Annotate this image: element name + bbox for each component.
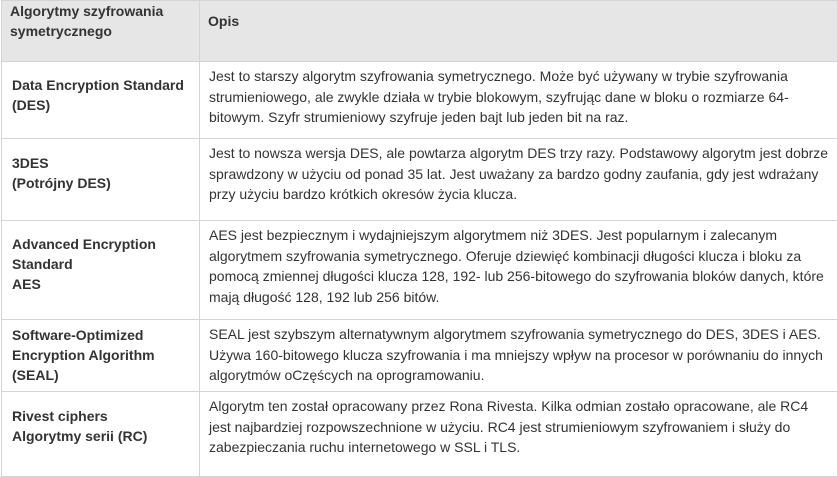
table-row: Software-Optimized Encryption Algorithm … [1, 319, 838, 392]
algorithm-name-cell: Advanced Encryption Standard AES [1, 220, 200, 320]
table-row: Data Encryption Standard (DES) Jest to s… [1, 61, 838, 139]
column-header-description: Opis [199, 0, 838, 62]
algorithm-name-cell: 3DES (Potrójny DES) [1, 138, 200, 221]
algorithm-name: Advanced Encryption Standard [12, 236, 156, 272]
algorithm-abbreviation: (DES) [12, 97, 51, 113]
algorithm-name-cell: Software-Optimized Encryption Algorithm … [1, 319, 200, 392]
column-header-algorithms: Algorytmy szyfrowania symetrycznego [1, 0, 200, 62]
algorithms-table: Algorytmy szyfrowania symetrycznego Opis… [1, 0, 838, 477]
algorithm-abbreviation: (SEAL) [12, 367, 59, 383]
algorithm-name: Data Encryption Standard [12, 77, 184, 93]
algorithm-name: Rivest ciphers [12, 408, 108, 424]
algorithm-abbreviation: Algorytmy serii (RC) [12, 428, 148, 444]
algorithm-name: 3DES [12, 155, 49, 171]
table-row: Advanced Encryption Standard AES AES jes… [1, 220, 838, 320]
algorithm-description: Jest to starszy algorytm szyfrowania sym… [199, 61, 838, 139]
algorithm-description: AES jest bezpiecznym i wydajniejszym alg… [199, 220, 838, 320]
algorithm-name-cell: Rivest ciphers Algorytmy serii (RC) [1, 391, 200, 477]
algorithm-description: Jest to nowsza wersja DES, ale powtarza … [199, 138, 838, 221]
algorithm-description: SEAL jest szybszym alternatywnym algoryt… [199, 319, 838, 392]
algorithm-abbreviation: (Potrójny DES) [12, 175, 111, 191]
table-row: 3DES (Potrójny DES) Jest to nowsza wersj… [1, 138, 838, 221]
table-header-row: Algorytmy szyfrowania symetrycznego Opis [1, 0, 838, 62]
algorithm-abbreviation: AES [12, 276, 41, 292]
algorithm-name: Software-Optimized Encryption Algorithm [12, 327, 155, 363]
algorithm-name-cell: Data Encryption Standard (DES) [1, 61, 200, 139]
table-row: Rivest ciphers Algorytmy serii (RC) Algo… [1, 391, 838, 477]
algorithm-description: Algorytm ten został opracowany przez Ron… [199, 391, 838, 477]
